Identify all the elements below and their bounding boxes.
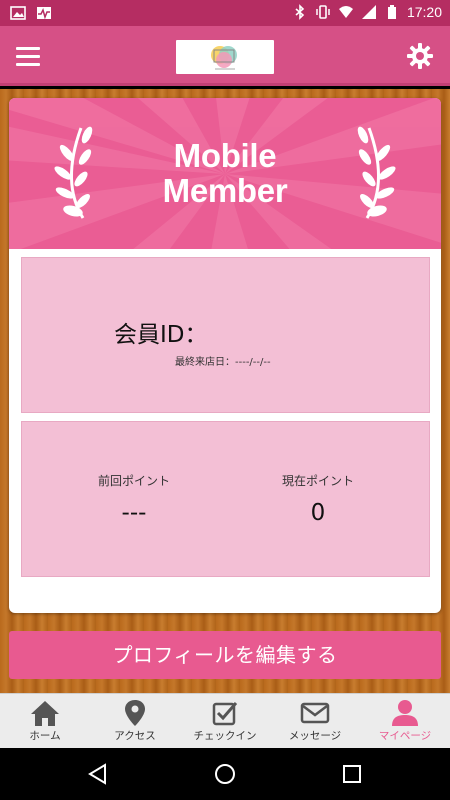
tab-mypage[interactable]: マイページ (360, 694, 450, 748)
vibrate-icon (316, 5, 330, 19)
recents-button[interactable] (340, 762, 364, 786)
tab-messages-label: メッセージ (288, 730, 342, 742)
current-points-value: 0 (310, 500, 326, 526)
wifi-icon (338, 6, 353, 18)
previous-points-label: 前回ポイント (97, 474, 170, 488)
activity-icon (37, 7, 51, 20)
home-icon (31, 701, 59, 726)
member-id-panel: 会員ID： 最終来店日：----/--/-- (21, 257, 430, 413)
back-icon (88, 763, 106, 785)
checkbox-icon (212, 702, 238, 726)
battery-icon (387, 5, 396, 19)
mail-icon (300, 702, 330, 724)
status-time: 17:20 (406, 4, 442, 20)
member-card: Mobile Member 会員ID： 最終来店日：----/--/-- 前回ポ… (9, 98, 441, 613)
previous-points-value: --- (121, 500, 147, 526)
last-visit-label: 最終来店日：----/--/-- (175, 357, 271, 368)
system-nav-bar (0, 748, 450, 800)
current-points-label: 現在ポイント (281, 474, 354, 488)
image-icon (10, 6, 26, 20)
back-button[interactable] (86, 762, 110, 786)
mobile-member-banner: Mobile Member (9, 98, 441, 249)
recents-icon (343, 765, 361, 783)
tab-home-label: ホーム (29, 730, 61, 742)
app-logo (176, 40, 274, 74)
status-bar: 17:20 (0, 0, 450, 26)
tab-access[interactable]: アクセス (90, 694, 180, 748)
tab-access-label: アクセス (114, 730, 156, 742)
tab-home[interactable]: ホーム (0, 694, 90, 748)
bluetooth-icon (295, 4, 305, 20)
logo-mark (211, 46, 237, 70)
banner-title-line2: Member (162, 172, 288, 209)
points-panel: 前回ポイント --- 現在ポイント 0 (21, 421, 430, 577)
banner-title: Mobile Member (9, 138, 441, 208)
home-nav-button[interactable] (213, 762, 237, 786)
user-icon (392, 700, 418, 726)
banner-title-line1: Mobile (173, 137, 277, 174)
tab-checkin[interactable]: チェックイン (180, 694, 270, 748)
app-header (0, 26, 450, 86)
hamburger-icon (16, 47, 40, 50)
menu-button[interactable] (14, 43, 44, 69)
member-id-label: 会員ID： (114, 322, 208, 348)
bottom-tab-bar: ホーム アクセス チェックイン メッセージ マイページ (0, 693, 450, 748)
tab-messages[interactable]: メッセージ (270, 694, 360, 748)
tab-checkin-label: チェックイン (193, 730, 257, 742)
settings-button[interactable] (404, 40, 436, 72)
signal-icon (361, 5, 376, 19)
map-pin-icon (125, 700, 145, 726)
tab-mypage-label: マイページ (378, 730, 432, 742)
edit-profile-button[interactable]: プロフィールを編集する (9, 631, 441, 679)
home-circle-icon (215, 764, 235, 784)
